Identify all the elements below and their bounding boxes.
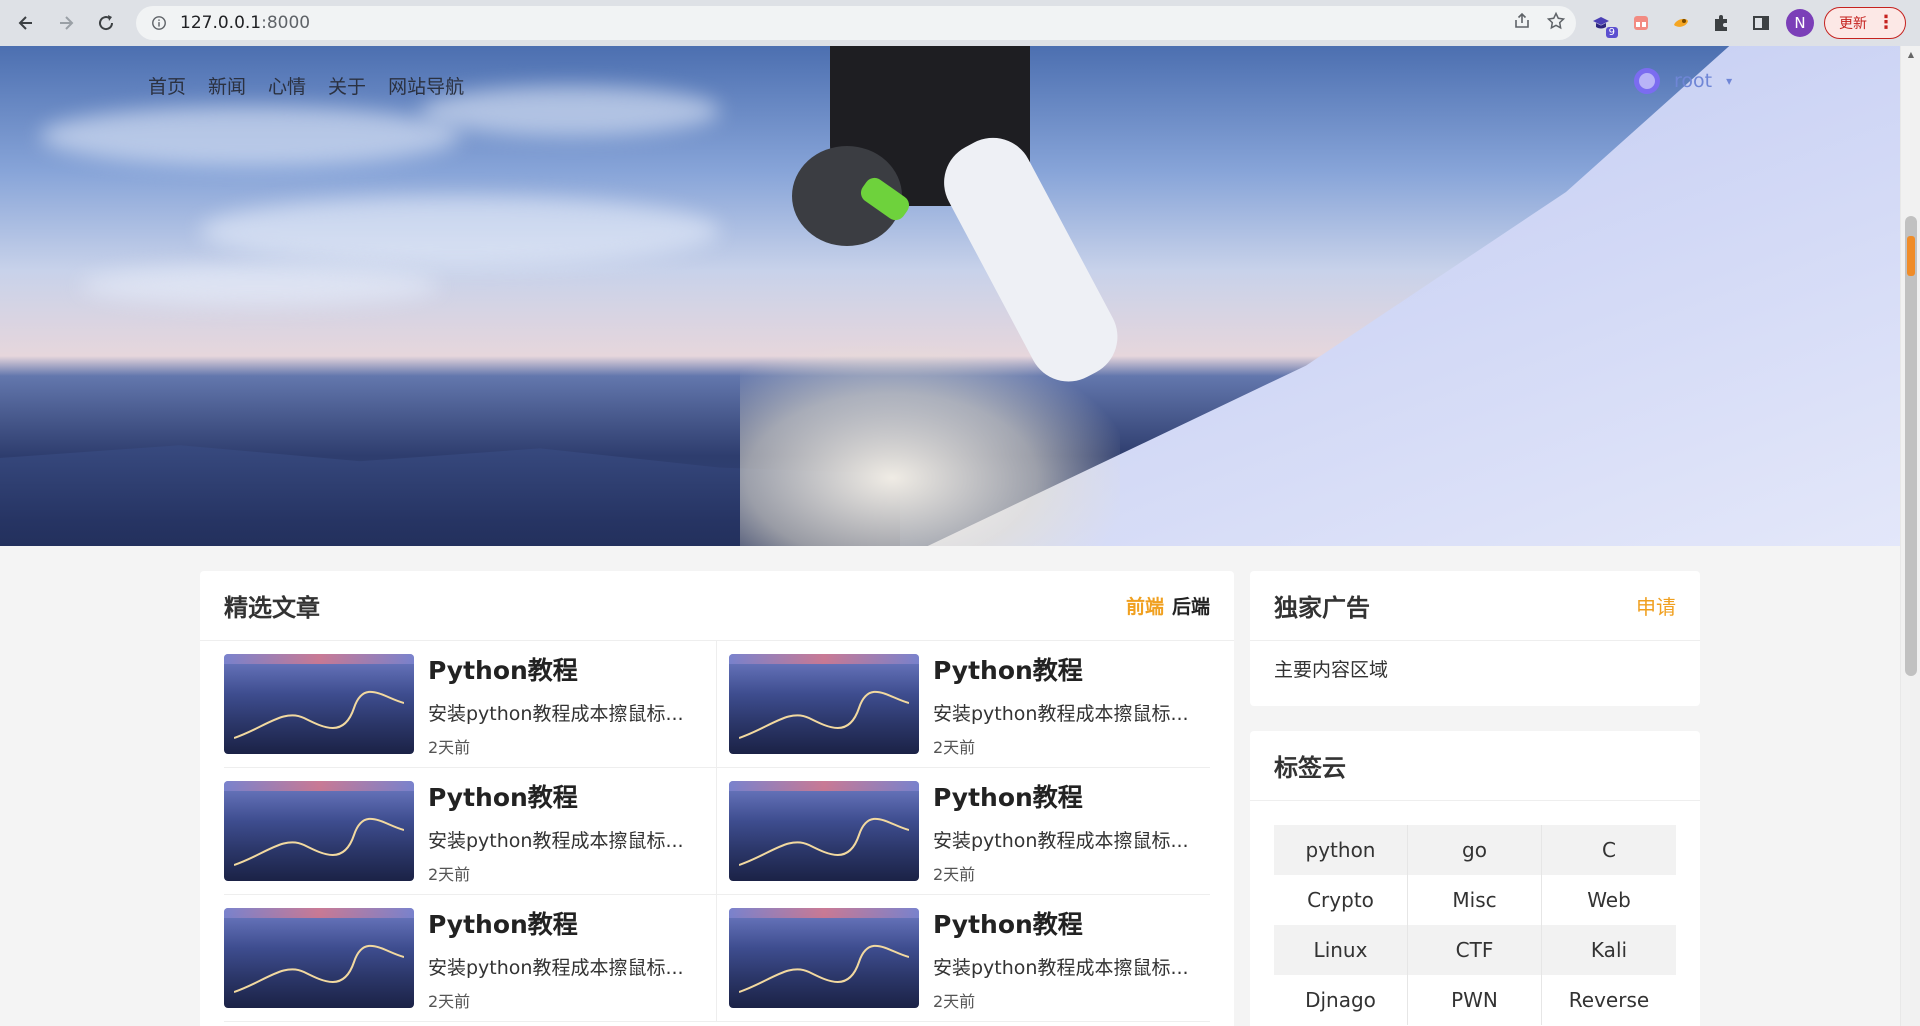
scrollbar-thumb[interactable] bbox=[1905, 216, 1917, 676]
article-item[interactable]: Python教程 安装python教程成本擦鼠标... 2天前 bbox=[224, 641, 717, 768]
address-bar[interactable]: 127.0.0.1:8000 bbox=[136, 6, 1576, 40]
article-time: 2天前 bbox=[428, 991, 471, 1011]
url-text[interactable]: 127.0.0.1:8000 bbox=[180, 13, 310, 33]
apply-link[interactable]: 申请 bbox=[1636, 591, 1676, 620]
page-viewport: 首页 新闻 心情 关于 网站导航 root ▾ 精选文章 前端 后端 Pytho… bbox=[0, 46, 1900, 1026]
chevron-down-icon[interactable]: ▾ bbox=[1726, 74, 1732, 88]
article-time: 2天前 bbox=[428, 737, 471, 757]
article-item[interactable]: Python教程 安装python教程成本擦鼠标... 2天前 bbox=[224, 895, 717, 1022]
article-list: Python教程 安装python教程成本擦鼠标... 2天前 Python教程… bbox=[200, 641, 1234, 1022]
article-item[interactable]: Python教程 安装python教程成本擦鼠标... 2天前 bbox=[717, 895, 1210, 1022]
url-host: 127.0.0.1 bbox=[180, 13, 262, 33]
featured-tabs: 前端 后端 bbox=[1126, 592, 1210, 619]
nav-mood[interactable]: 心情 bbox=[268, 72, 306, 99]
page-scrollbar[interactable]: ▲ bbox=[1900, 46, 1920, 1026]
article-summary: 安装python教程成本擦鼠标... bbox=[428, 829, 684, 852]
browser-toolbar: 127.0.0.1:8000 9 N 更新 ⋮ bbox=[0, 0, 1920, 46]
article-summary: 安装python教程成本擦鼠标... bbox=[428, 702, 684, 725]
share-icon[interactable] bbox=[1512, 11, 1532, 35]
url-port: :8000 bbox=[261, 13, 311, 33]
tag-c[interactable]: C bbox=[1542, 825, 1676, 875]
extension-grid-icon[interactable] bbox=[1626, 8, 1656, 38]
tag-reverse[interactable]: Reverse bbox=[1542, 975, 1676, 1025]
extensions-puzzle-icon[interactable] bbox=[1706, 8, 1736, 38]
article-title[interactable]: Python教程 bbox=[933, 651, 1203, 687]
article-summary: 安装python教程成本擦鼠标... bbox=[428, 956, 684, 979]
forward-button[interactable] bbox=[48, 5, 84, 41]
article-summary: 安装python教程成本擦鼠标... bbox=[933, 956, 1189, 979]
tag-go[interactable]: go bbox=[1408, 825, 1542, 875]
nav-site-directory[interactable]: 网站导航 bbox=[388, 72, 464, 99]
article-summary: 安装python教程成本擦鼠标... bbox=[933, 702, 1189, 725]
hero-banner: 首页 新闻 心情 关于 网站导航 root ▾ bbox=[0, 46, 1900, 546]
tag-grid: python go C Crypto Misc Web Linux CTF Ka… bbox=[1274, 825, 1676, 1025]
article-time: 2天前 bbox=[933, 864, 976, 884]
article-title[interactable]: Python教程 bbox=[933, 905, 1203, 941]
extension-badge: 9 bbox=[1605, 27, 1618, 38]
nav-news[interactable]: 新闻 bbox=[208, 72, 246, 99]
scroll-marker bbox=[1907, 236, 1915, 276]
ad-card: 独家广告 申请 主要内容区域 bbox=[1250, 571, 1700, 706]
article-item[interactable]: Python教程 安装python教程成本擦鼠标... 2天前 bbox=[224, 768, 717, 895]
featured-header: 精选文章 前端 后端 bbox=[200, 571, 1234, 641]
tag-cloud-header: 标签云 bbox=[1250, 731, 1700, 801]
article-title[interactable]: Python教程 bbox=[933, 778, 1203, 814]
article-item[interactable]: Python教程 安装python教程成本擦鼠标... 2天前 bbox=[717, 768, 1210, 895]
tag-python[interactable]: python bbox=[1274, 825, 1408, 875]
bookmark-star-icon[interactable] bbox=[1546, 11, 1566, 35]
article-item[interactable]: Python教程 安装python教程成本擦鼠标... 2天前 bbox=[717, 641, 1210, 768]
side-panel-icon[interactable] bbox=[1746, 8, 1776, 38]
ad-header: 独家广告 申请 bbox=[1250, 571, 1700, 641]
update-label: 更新 bbox=[1839, 16, 1867, 32]
article-thumbnail[interactable] bbox=[224, 781, 414, 881]
tab-backend[interactable]: 后端 bbox=[1172, 592, 1210, 619]
extension-fox-icon[interactable] bbox=[1666, 8, 1696, 38]
nav-about[interactable]: 关于 bbox=[328, 72, 366, 99]
tag-cloud-title: 标签云 bbox=[1274, 754, 1346, 782]
profile-avatar[interactable]: N bbox=[1786, 9, 1814, 37]
ad-content: 主要内容区域 bbox=[1274, 659, 1389, 681]
featured-articles-card: 精选文章 前端 后端 Python教程 安装python教程成本擦鼠标... 2… bbox=[200, 571, 1234, 1026]
tag-cloud-card: 标签云 python go C Crypto Misc Web Linux CT… bbox=[1250, 731, 1700, 1026]
tag-django[interactable]: Djnago bbox=[1274, 975, 1408, 1025]
update-button[interactable]: 更新 ⋮ bbox=[1824, 7, 1906, 39]
user-avatar-icon bbox=[1634, 68, 1660, 94]
back-button[interactable] bbox=[8, 5, 44, 41]
article-thumbnail[interactable] bbox=[224, 908, 414, 1008]
reload-icon bbox=[99, 15, 114, 31]
tag-misc[interactable]: Misc bbox=[1408, 875, 1542, 925]
arrow-right-icon bbox=[60, 16, 74, 30]
article-title[interactable]: Python教程 bbox=[428, 778, 698, 814]
article-title[interactable]: Python教程 bbox=[428, 905, 698, 941]
user-name[interactable]: root bbox=[1674, 70, 1712, 92]
tab-frontend[interactable]: 前端 bbox=[1126, 592, 1164, 619]
article-thumbnail[interactable] bbox=[729, 781, 919, 881]
more-menu-icon[interactable]: ⋮ bbox=[1877, 14, 1895, 32]
main-nav: 首页 新闻 心情 关于 网站导航 bbox=[148, 72, 464, 99]
info-icon[interactable] bbox=[150, 14, 168, 32]
nav-home[interactable]: 首页 bbox=[148, 72, 186, 99]
tag-crypto[interactable]: Crypto bbox=[1274, 875, 1408, 925]
tag-kali[interactable]: Kali bbox=[1542, 925, 1676, 975]
article-thumbnail[interactable] bbox=[729, 908, 919, 1008]
tag-pwn[interactable]: PWN bbox=[1408, 975, 1542, 1025]
article-thumbnail[interactable] bbox=[729, 654, 919, 754]
article-time: 2天前 bbox=[428, 864, 471, 884]
tag-linux[interactable]: Linux bbox=[1274, 925, 1408, 975]
tag-web[interactable]: Web bbox=[1542, 875, 1676, 925]
user-menu[interactable]: root ▾ bbox=[1634, 68, 1732, 94]
article-time: 2天前 bbox=[933, 737, 976, 757]
tag-ctf[interactable]: CTF bbox=[1408, 925, 1542, 975]
article-summary: 安装python教程成本擦鼠标... bbox=[933, 829, 1189, 852]
article-thumbnail[interactable] bbox=[224, 654, 414, 754]
scroll-up-icon[interactable]: ▲ bbox=[1901, 46, 1920, 62]
extension-hat-icon[interactable]: 9 bbox=[1586, 8, 1618, 38]
featured-title: 精选文章 bbox=[224, 594, 320, 622]
arrow-left-icon bbox=[18, 16, 32, 30]
reload-button[interactable] bbox=[88, 5, 124, 41]
ad-title: 独家广告 bbox=[1274, 594, 1370, 622]
article-title[interactable]: Python教程 bbox=[428, 651, 698, 687]
article-time: 2天前 bbox=[933, 991, 976, 1011]
